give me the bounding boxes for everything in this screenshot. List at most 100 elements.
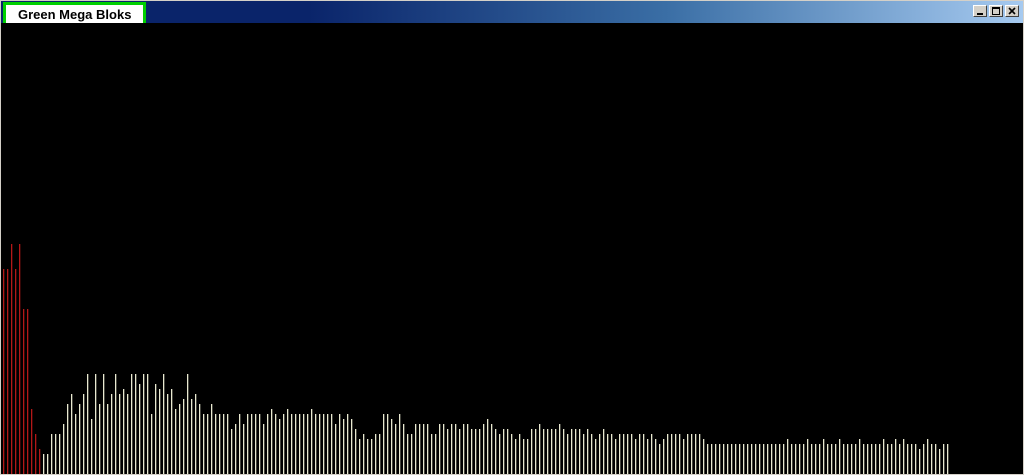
bar <box>899 444 901 474</box>
bar <box>543 429 545 474</box>
bar <box>147 374 149 474</box>
bar <box>39 449 41 474</box>
bar <box>459 429 461 474</box>
bar <box>719 444 721 474</box>
bar <box>911 444 913 474</box>
bar <box>171 389 173 474</box>
bar <box>63 424 65 474</box>
bar <box>283 414 285 474</box>
bar <box>87 374 89 474</box>
bar <box>115 374 117 474</box>
bar <box>135 374 137 474</box>
bar <box>819 444 821 474</box>
bar <box>807 439 809 474</box>
bar <box>635 439 637 474</box>
bar <box>199 404 201 474</box>
maximize-button[interactable] <box>989 5 1003 17</box>
bar <box>287 409 289 474</box>
bar <box>455 424 457 474</box>
bar <box>103 374 105 474</box>
bar <box>927 439 929 474</box>
bar <box>579 429 581 474</box>
bar <box>255 414 257 474</box>
bar <box>895 439 897 474</box>
bar <box>587 429 589 474</box>
bar <box>239 414 241 474</box>
window-controls <box>973 5 1019 17</box>
bar <box>299 414 301 474</box>
bar <box>119 394 121 474</box>
bar <box>691 434 693 474</box>
bar <box>643 434 645 474</box>
bar <box>319 414 321 474</box>
bar <box>7 269 9 474</box>
title-bar[interactable]: Green Mega Bloks <box>1 1 1023 26</box>
bar <box>491 424 493 474</box>
bar <box>43 454 45 474</box>
bar <box>399 414 401 474</box>
bar <box>327 414 329 474</box>
bar <box>863 444 865 474</box>
bar <box>515 439 517 474</box>
bar <box>91 419 93 474</box>
bar <box>699 434 701 474</box>
bar <box>419 424 421 474</box>
bar <box>935 444 937 474</box>
bar <box>535 429 537 474</box>
bar <box>127 394 129 474</box>
bar <box>923 444 925 474</box>
close-icon <box>1008 7 1016 15</box>
bar <box>811 444 813 474</box>
bar <box>679 434 681 474</box>
minimize-button[interactable] <box>973 5 987 17</box>
bar <box>259 414 261 474</box>
bar <box>755 444 757 474</box>
bar <box>443 424 445 474</box>
bar <box>675 434 677 474</box>
bar <box>771 444 773 474</box>
bar <box>219 414 221 474</box>
bar <box>759 444 761 474</box>
bar <box>315 414 317 474</box>
bar <box>367 439 369 474</box>
bar <box>475 429 477 474</box>
bar <box>3 269 5 474</box>
bar <box>323 414 325 474</box>
bar <box>851 444 853 474</box>
bar <box>427 424 429 474</box>
bar <box>251 414 253 474</box>
bar <box>275 414 277 474</box>
bar <box>783 444 785 474</box>
close-button[interactable] <box>1005 5 1019 17</box>
window-title: Green Mega Bloks <box>18 6 132 22</box>
bar <box>723 444 725 474</box>
bar <box>123 389 125 474</box>
bar <box>735 444 737 474</box>
bar <box>439 424 441 474</box>
bar <box>507 429 509 474</box>
bar <box>479 429 481 474</box>
bar <box>331 414 333 474</box>
bar <box>583 434 585 474</box>
bar <box>931 444 933 474</box>
bar <box>235 424 237 474</box>
bar <box>827 444 829 474</box>
bar <box>15 269 17 474</box>
minimize-icon <box>977 13 983 15</box>
bar <box>131 374 133 474</box>
bar <box>615 439 617 474</box>
bar <box>447 429 449 474</box>
bar <box>487 419 489 474</box>
bar <box>355 429 357 474</box>
bar <box>279 419 281 474</box>
bar <box>495 429 497 474</box>
bar <box>575 429 577 474</box>
bar <box>291 414 293 474</box>
bar <box>563 429 565 474</box>
bar <box>559 424 561 474</box>
bar <box>271 409 273 474</box>
bar <box>151 414 153 474</box>
bar <box>107 404 109 474</box>
bar <box>767 444 769 474</box>
bar <box>779 444 781 474</box>
